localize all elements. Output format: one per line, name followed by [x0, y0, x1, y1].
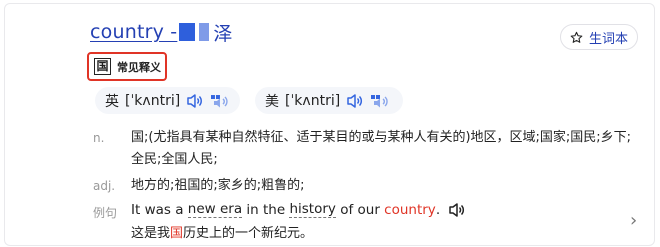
star-icon [570, 31, 583, 43]
part-of-speech-noun: n. [93, 131, 105, 145]
entry-title-link[interactable]: country - [90, 21, 177, 43]
redacted-block [179, 23, 196, 41]
pronunciation-uk: 英 [ˈkʌntri] [95, 87, 240, 114]
example-word-history: history [289, 201, 336, 218]
speaker-icon[interactable] [186, 93, 204, 109]
pronunciation-ipa: [ˈkʌntri] [285, 92, 341, 109]
chevron-right-icon[interactable]: › [630, 210, 637, 231]
pronunciation-ipa: [ˈkʌntri] [125, 92, 181, 109]
example-highlight-word: country [384, 201, 436, 218]
pronunciation-us: 美 [ˈkʌntri] [255, 87, 403, 114]
slow-speech-icon[interactable] [370, 93, 390, 109]
example-text: in the [246, 201, 286, 218]
pronunciation-region: 英 [105, 93, 119, 110]
example-sentence-english: It was a new era in the history of our c… [131, 201, 466, 218]
example-highlight-char: 国 [170, 226, 184, 241]
common-meaning-badge: 国 常见释义 [87, 52, 167, 81]
entry-title-row: country - 泽 [90, 19, 232, 45]
example-phrase-new-era: new era [187, 201, 243, 218]
speaker-icon[interactable] [448, 202, 466, 218]
badge-char-icon: 国 [94, 58, 111, 75]
entry-title-tail[interactable]: 泽 [213, 19, 232, 46]
definition-adjective: 地方的;祖国的;家乡的;粗鲁的; [131, 178, 305, 193]
add-to-vocabulary-button[interactable]: 生词本 [560, 24, 638, 50]
speaker-icon[interactable] [346, 93, 364, 109]
badge-label: 常见释义 [117, 60, 161, 74]
example-text: It was a [131, 201, 184, 218]
slow-speech-icon[interactable] [210, 93, 230, 109]
definition-noun: 国;(尤指具有某种自然特征、适于某目的或与某种人有关的)地区，区域;国家;国民;… [131, 130, 632, 167]
pronunciation-region: 美 [265, 93, 279, 110]
example-sentence-chinese: 这是我国历史上的一个新纪元。 [131, 222, 313, 241]
example-text: of our [340, 201, 380, 218]
example-label: 例句 [93, 206, 118, 220]
example-text: . [435, 201, 441, 218]
add-to-vocabulary-label: 生词本 [588, 31, 628, 47]
example-text: 历史上的一个新纪元。 [183, 226, 314, 241]
part-of-speech-adjective: adj. [93, 179, 116, 193]
redacted-block [199, 23, 210, 41]
example-text: 这是我 [131, 226, 171, 241]
